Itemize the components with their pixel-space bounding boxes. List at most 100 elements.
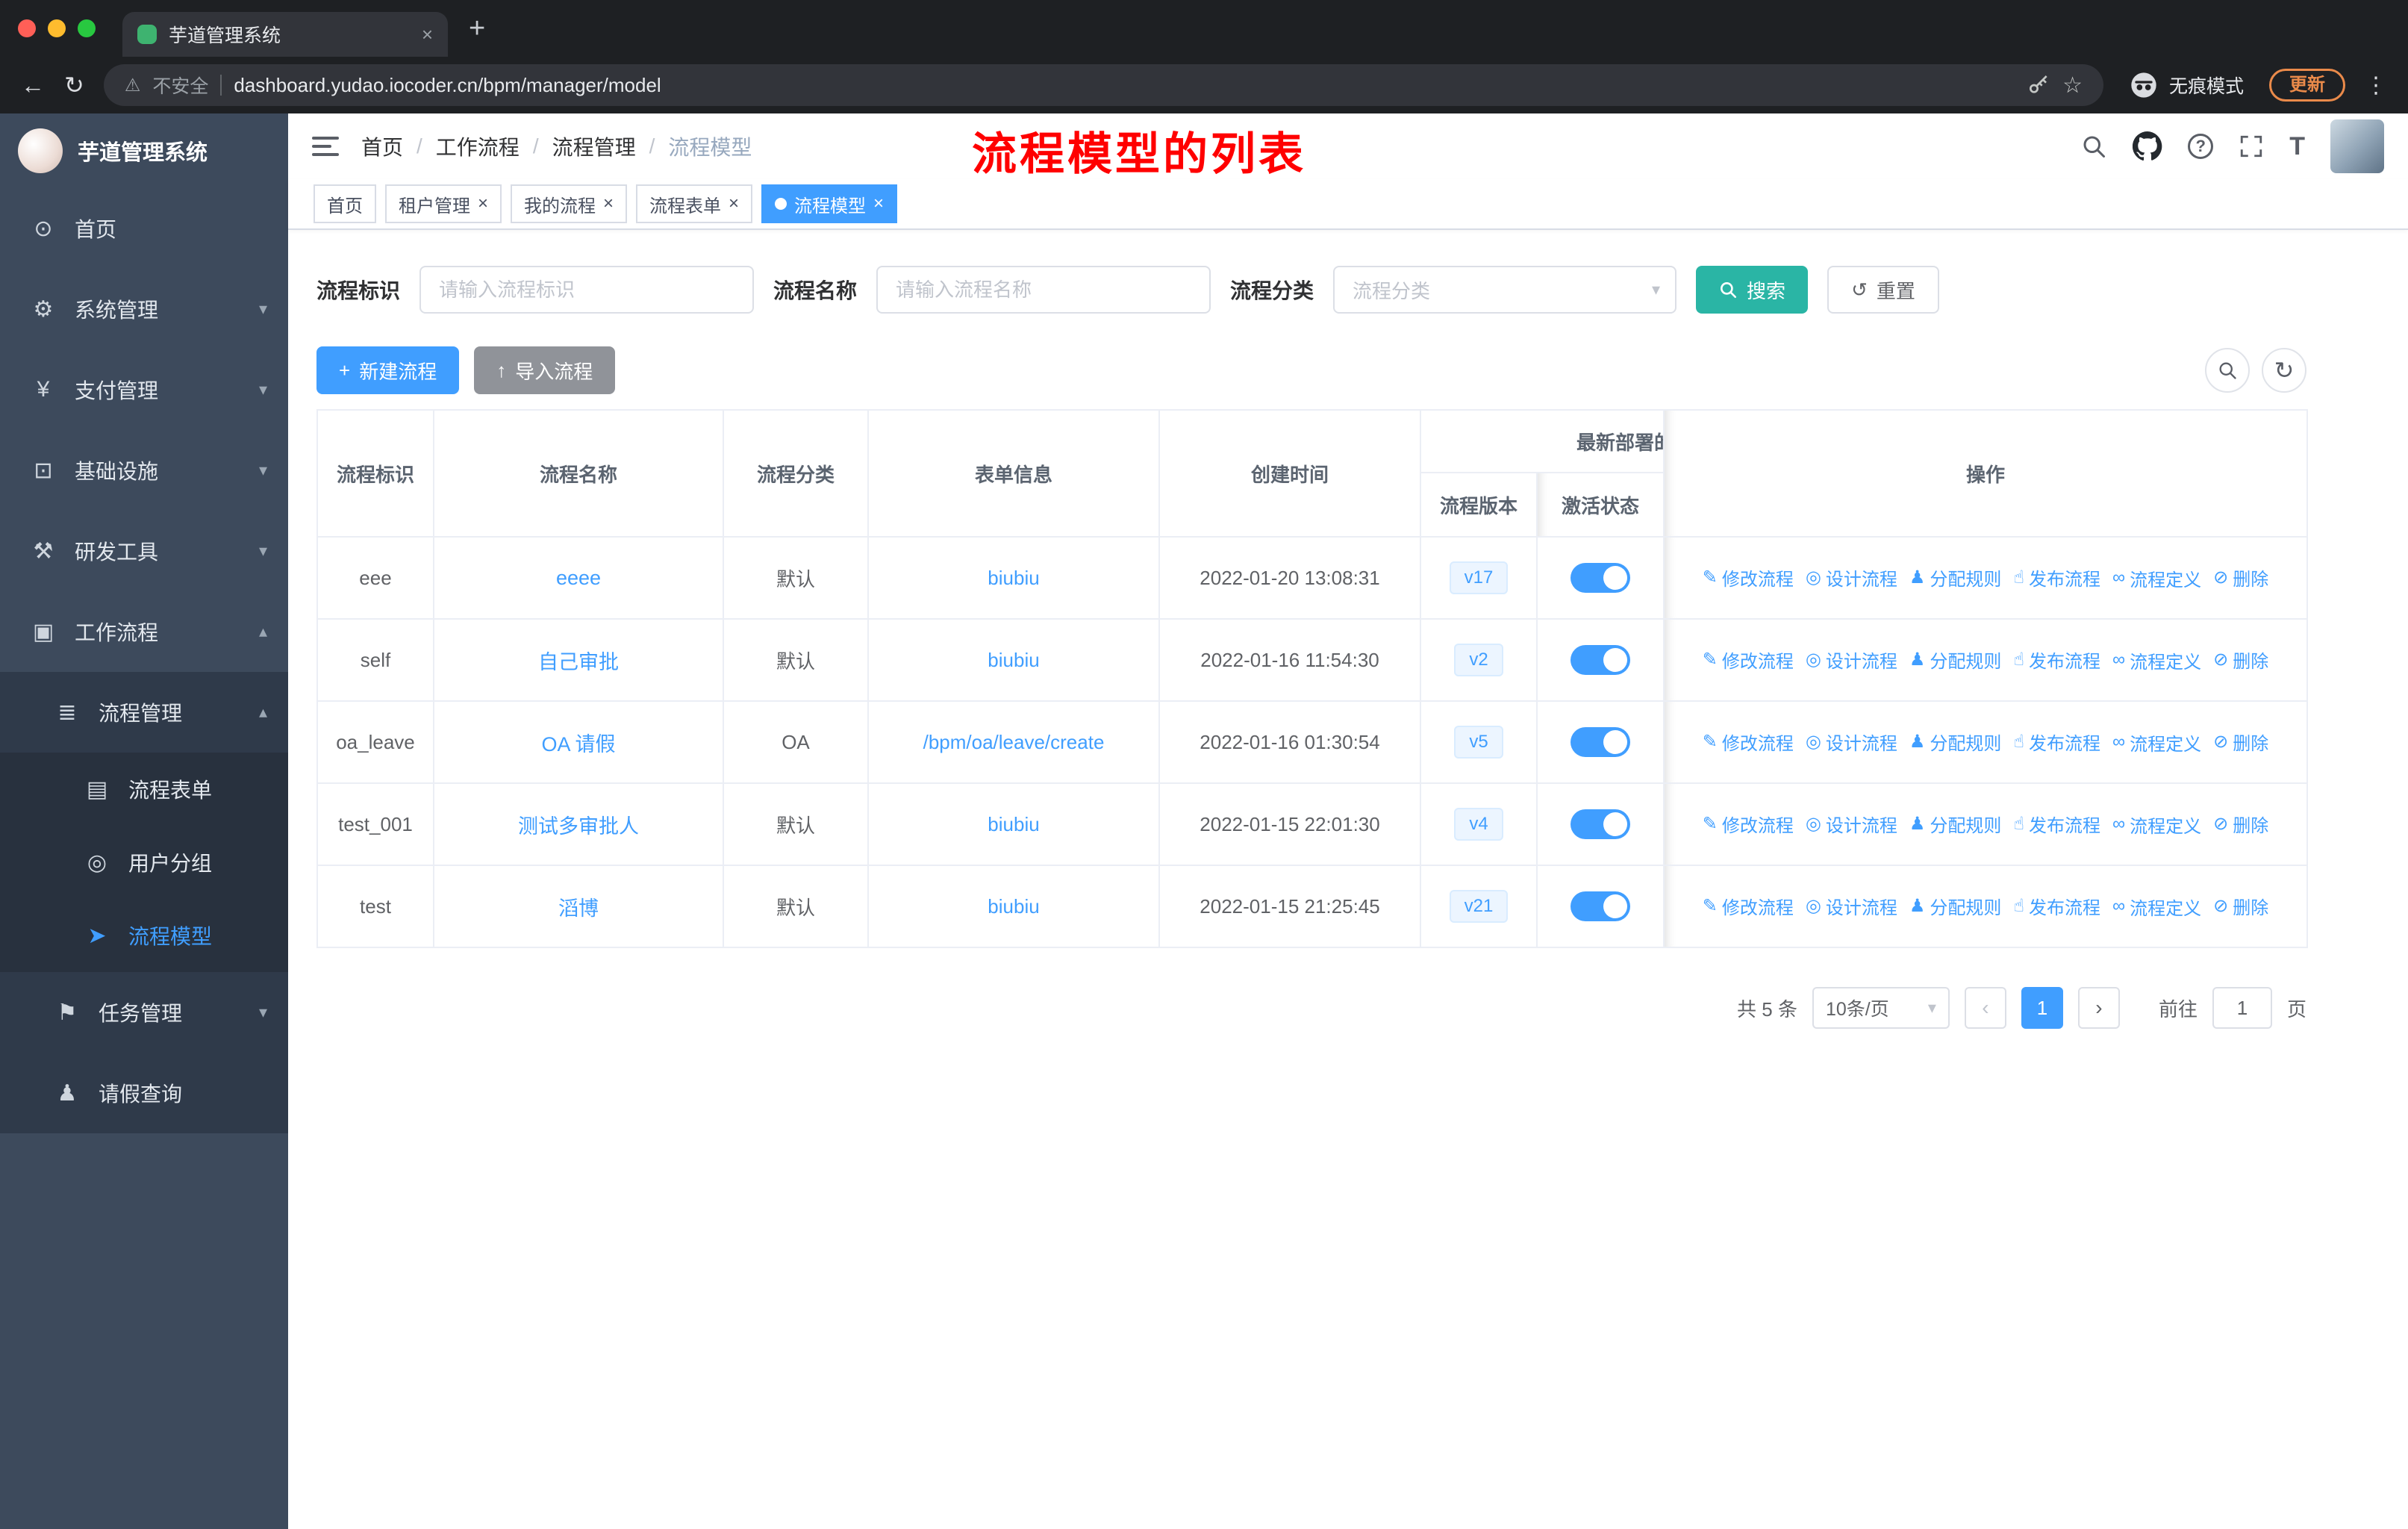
- form-info-link[interactable]: biubiu: [988, 895, 1039, 918]
- breadcrumb-item[interactable]: 首页: [361, 131, 403, 161]
- delete-process-link[interactable]: ⊘ 删除: [2213, 647, 2268, 673]
- sidebar-item-process-form[interactable]: ▤ 流程表单: [0, 753, 288, 826]
- process-name-input[interactable]: [876, 266, 1211, 314]
- new-tab-button[interactable]: +: [469, 13, 485, 45]
- sidebar-item-process-model[interactable]: ➤ 流程模型: [0, 899, 288, 972]
- form-info-link[interactable]: /bpm/oa/leave/create: [923, 731, 1105, 753]
- process-name-link[interactable]: 测试多审批人: [518, 815, 639, 838]
- next-page-button[interactable]: ›: [2077, 987, 2120, 1029]
- refresh-table-button[interactable]: ↻: [2262, 348, 2306, 393]
- sidebar-collapse-icon[interactable]: [312, 137, 339, 156]
- tag-close-icon[interactable]: ×: [873, 193, 884, 214]
- process-definition-link[interactable]: ∞ 流程定义: [2112, 812, 2201, 838]
- browser-menu-icon[interactable]: ⋮: [2365, 72, 2387, 99]
- tag-close-icon[interactable]: ×: [603, 193, 614, 214]
- github-icon[interactable]: [2133, 131, 2162, 161]
- font-size-icon[interactable]: T: [2289, 132, 2305, 161]
- tag-process-model[interactable]: 流程模型 ×: [761, 184, 898, 223]
- update-button[interactable]: 更新: [2269, 69, 2345, 102]
- process-id-input[interactable]: [419, 266, 755, 314]
- design-process-link[interactable]: ◎ 设计流程: [1806, 647, 1897, 673]
- reset-button[interactable]: ↺ 重置: [1827, 266, 1939, 314]
- assign-rule-link[interactable]: ♟ 分配规则: [1909, 893, 2002, 919]
- tag-my-process[interactable]: 我的流程 ×: [511, 184, 628, 223]
- modify-process-link[interactable]: ✎ 修改流程: [1703, 811, 1794, 837]
- page-size-select[interactable]: 10条/页 ▾: [1812, 987, 1950, 1029]
- process-name-link[interactable]: eeee: [556, 567, 601, 589]
- page-number-button[interactable]: 1: [2021, 987, 2063, 1029]
- search-icon[interactable]: [2080, 133, 2107, 160]
- create-process-button[interactable]: + 新建流程: [316, 346, 460, 394]
- sidebar-item-process-management[interactable]: ≣ 流程管理 ▴: [0, 672, 288, 753]
- modify-process-link[interactable]: ✎ 修改流程: [1703, 893, 1794, 919]
- assign-rule-link[interactable]: ♟ 分配规则: [1909, 647, 2002, 673]
- process-definition-link[interactable]: ∞ 流程定义: [2112, 729, 2201, 756]
- activation-toggle[interactable]: [1570, 809, 1630, 839]
- back-icon[interactable]: ←: [21, 72, 45, 99]
- design-process-link[interactable]: ◎ 设计流程: [1806, 729, 1897, 755]
- activation-toggle[interactable]: [1570, 645, 1630, 675]
- activation-toggle[interactable]: [1570, 563, 1630, 593]
- design-process-link[interactable]: ◎ 设计流程: [1806, 893, 1897, 919]
- goto-page-input[interactable]: [2212, 987, 2272, 1029]
- zoom-window-button[interactable]: [78, 19, 96, 37]
- sidebar-item-devtools[interactable]: ⚒ 研发工具 ▾: [0, 511, 288, 591]
- sidebar-item-system[interactable]: ⚙ 系统管理 ▾: [0, 269, 288, 349]
- process-definition-link[interactable]: ∞ 流程定义: [2112, 647, 2201, 673]
- process-name-link[interactable]: 自己审批: [538, 651, 619, 673]
- category-select[interactable]: 流程分类 ▾: [1333, 266, 1677, 314]
- reload-icon[interactable]: ↻: [64, 71, 84, 99]
- sidebar-item-infrastructure[interactable]: ⊡ 基础设施 ▾: [0, 430, 288, 511]
- form-info-link[interactable]: biubiu: [988, 567, 1039, 589]
- delete-process-link[interactable]: ⊘ 删除: [2213, 811, 2268, 837]
- publish-process-link[interactable]: ☝ 发布流程: [2013, 729, 2100, 755]
- breadcrumb-item[interactable]: 流程管理: [552, 131, 636, 161]
- design-process-link[interactable]: ◎ 设计流程: [1806, 811, 1897, 837]
- url-bar[interactable]: ⚠ 不安全 dashboard.yudao.iocoder.cn/bpm/man…: [103, 64, 2103, 106]
- tag-close-icon[interactable]: ×: [478, 193, 488, 214]
- assign-rule-link[interactable]: ♟ 分配规则: [1909, 564, 2002, 591]
- prev-page-button[interactable]: ‹: [1964, 987, 2006, 1029]
- assign-rule-link[interactable]: ♟ 分配规则: [1909, 811, 2002, 837]
- modify-process-link[interactable]: ✎ 修改流程: [1703, 647, 1794, 673]
- import-process-button[interactable]: ↑ 导入流程: [474, 346, 616, 394]
- tag-process-form[interactable]: 流程表单 ×: [636, 184, 753, 223]
- process-definition-link[interactable]: ∞ 流程定义: [2112, 894, 2201, 920]
- modify-process-link[interactable]: ✎ 修改流程: [1703, 564, 1794, 591]
- key-icon[interactable]: [2027, 73, 2050, 97]
- sidebar-item-task-management[interactable]: ⚑ 任务管理 ▾: [0, 972, 288, 1053]
- form-info-link[interactable]: biubiu: [988, 649, 1039, 671]
- sidebar-item-leave-query[interactable]: ♟ 请假查询: [0, 1053, 288, 1133]
- show-search-button[interactable]: [2205, 348, 2250, 393]
- sidebar-item-workflow[interactable]: ▣ 工作流程 ▴: [0, 591, 288, 672]
- modify-process-link[interactable]: ✎ 修改流程: [1703, 729, 1794, 755]
- process-name-link[interactable]: OA 请假: [541, 733, 615, 756]
- tab-close-icon[interactable]: ×: [422, 23, 433, 46]
- fullscreen-icon[interactable]: [2239, 134, 2264, 159]
- breadcrumb-item[interactable]: 工作流程: [436, 131, 520, 161]
- delete-process-link[interactable]: ⊘ 删除: [2213, 893, 2268, 919]
- tag-home[interactable]: 首页: [314, 184, 376, 223]
- delete-process-link[interactable]: ⊘ 删除: [2213, 564, 2268, 591]
- publish-process-link[interactable]: ☝ 发布流程: [2013, 564, 2100, 591]
- sidebar-item-user-group[interactable]: ◎ 用户分组: [0, 826, 288, 899]
- delete-process-link[interactable]: ⊘ 删除: [2213, 729, 2268, 755]
- publish-process-link[interactable]: ☝ 发布流程: [2013, 811, 2100, 837]
- browser-tab[interactable]: 芋道管理系统 ×: [122, 12, 448, 57]
- sidebar-item-home[interactable]: ⊙ 首页: [0, 188, 288, 269]
- form-info-link[interactable]: biubiu: [988, 813, 1039, 835]
- tag-tenant-management[interactable]: 租户管理 ×: [385, 184, 502, 223]
- process-name-link[interactable]: 滔博: [558, 897, 599, 920]
- publish-process-link[interactable]: ☝ 发布流程: [2013, 647, 2100, 673]
- design-process-link[interactable]: ◎ 设计流程: [1806, 564, 1897, 591]
- minimize-window-button[interactable]: [48, 19, 66, 37]
- sidebar-item-payment[interactable]: ¥ 支付管理 ▾: [0, 349, 288, 430]
- search-button[interactable]: 搜索: [1696, 266, 1809, 314]
- activation-toggle[interactable]: [1570, 891, 1630, 921]
- assign-rule-link[interactable]: ♟ 分配规则: [1909, 729, 2002, 755]
- activation-toggle[interactable]: [1570, 727, 1630, 757]
- help-icon[interactable]: ?: [2188, 134, 2214, 159]
- tag-close-icon[interactable]: ×: [729, 193, 739, 214]
- close-window-button[interactable]: [18, 19, 36, 37]
- process-definition-link[interactable]: ∞ 流程定义: [2112, 565, 2201, 591]
